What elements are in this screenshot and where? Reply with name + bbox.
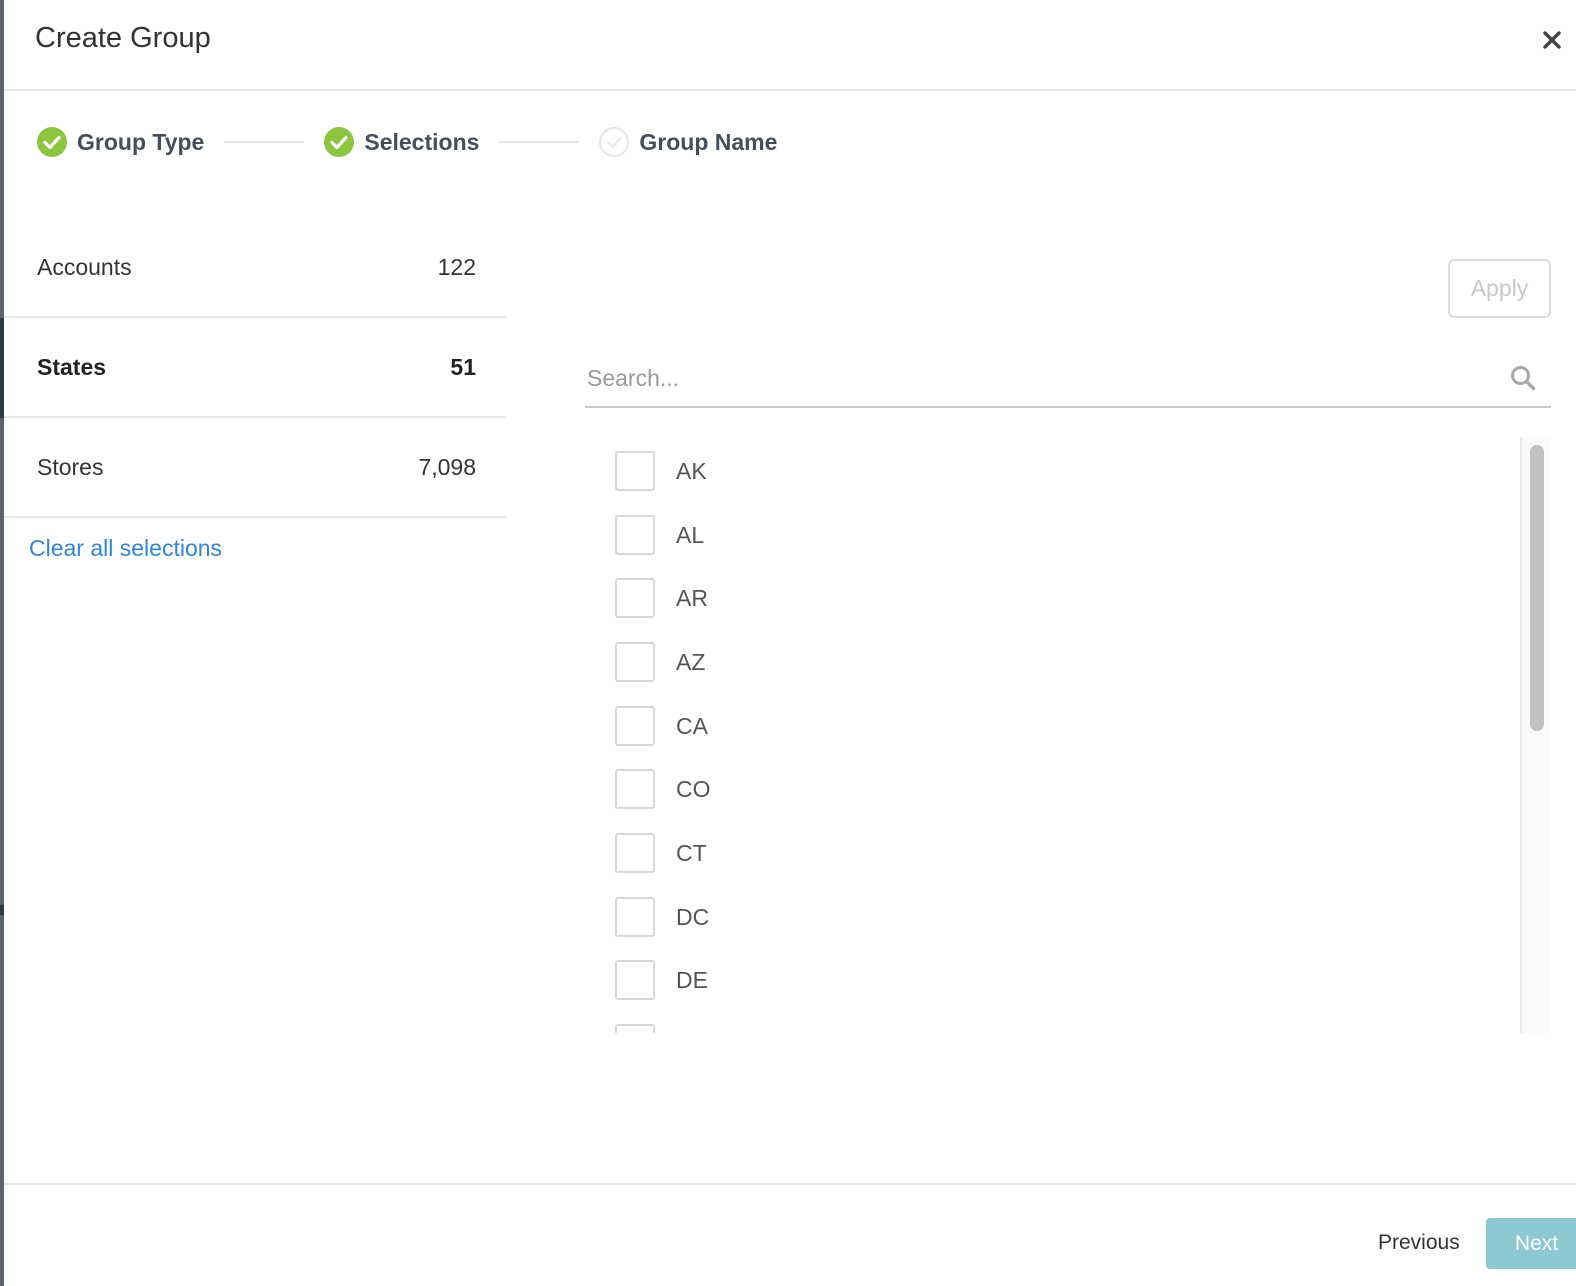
step-label: Group Type xyxy=(77,128,205,155)
clear-all-selections-link[interactable]: Clear all selections xyxy=(29,535,222,562)
option-label: AK xyxy=(676,457,707,484)
step-label: Group Name xyxy=(639,128,778,155)
search-input[interactable] xyxy=(585,358,1485,398)
option-ak[interactable]: AK xyxy=(615,450,707,492)
category-item-accounts[interactable]: Accounts 122 xyxy=(4,218,506,318)
checkbox[interactable] xyxy=(615,578,655,618)
next-button[interactable]: Next xyxy=(1486,1218,1576,1269)
step-connector xyxy=(224,141,305,143)
create-group-dialog: Create Group Group Type Selections Group… xyxy=(0,0,1576,1286)
wizard-stepper: Group Type Selections Group Name xyxy=(36,124,777,160)
search-field xyxy=(585,350,1551,408)
checkbox[interactable] xyxy=(615,706,655,746)
category-label: Stores xyxy=(37,453,104,480)
option-label: AZ xyxy=(676,648,706,675)
category-count: 122 xyxy=(437,253,476,280)
checkbox[interactable] xyxy=(615,897,655,937)
option-label: DC xyxy=(676,903,710,930)
category-label: Accounts xyxy=(37,253,132,280)
close-button[interactable] xyxy=(1538,26,1566,54)
option-az[interactable]: AZ xyxy=(615,641,705,683)
option-de[interactable]: DE xyxy=(615,959,708,1001)
category-label: States xyxy=(37,353,107,380)
checkbox[interactable] xyxy=(615,451,655,491)
close-icon xyxy=(1543,31,1561,49)
option-label: AL xyxy=(676,521,705,548)
previous-button[interactable]: Previous xyxy=(1360,1218,1478,1268)
checkbox[interactable] xyxy=(615,642,655,682)
checkbox[interactable] xyxy=(615,1024,655,1033)
check-circle-icon xyxy=(37,127,67,157)
option-label: CT xyxy=(676,839,707,866)
option-ct[interactable]: CT xyxy=(615,832,707,874)
option-ca[interactable]: CA xyxy=(615,705,708,747)
step-group-type[interactable]: Group Type xyxy=(36,126,204,158)
search-icon[interactable] xyxy=(1509,364,1537,392)
checkbox[interactable] xyxy=(615,833,655,873)
step-group-name[interactable]: Group Name xyxy=(598,126,777,158)
category-count: 51 xyxy=(450,353,476,380)
scrollbar-thumb[interactable] xyxy=(1530,445,1544,731)
option-ar[interactable]: AR xyxy=(615,577,708,619)
category-count: 7,098 xyxy=(418,453,476,480)
category-list: Accounts 122 States 51 Stores 7,098 xyxy=(0,218,506,518)
option-label: FL xyxy=(676,1031,703,1034)
option-al[interactable]: AL xyxy=(615,514,704,556)
checkbox[interactable] xyxy=(615,769,655,809)
state-options-list: AK AL AR AZ CA CO CT DC DE xyxy=(585,437,1545,1033)
dialog-title: Create Group xyxy=(35,22,211,54)
checkbox[interactable] xyxy=(615,515,655,555)
step-label: Selections xyxy=(364,128,480,155)
checkbox[interactable] xyxy=(615,960,655,1000)
option-co[interactable]: CO xyxy=(615,768,711,810)
category-item-states[interactable]: States 51 xyxy=(0,318,506,418)
step-selections[interactable]: Selections xyxy=(323,126,479,158)
options-scrollbar[interactable] xyxy=(1520,437,1550,1033)
option-label: CO xyxy=(676,775,711,802)
check-circle-icon xyxy=(324,127,355,157)
option-label: DE xyxy=(676,966,708,993)
step-connector xyxy=(499,141,580,143)
apply-button[interactable]: Apply xyxy=(1448,259,1551,318)
option-fl[interactable]: FL xyxy=(615,1023,703,1033)
category-item-stores[interactable]: Stores 7,098 xyxy=(4,418,506,518)
option-label: AR xyxy=(676,584,708,611)
dialog-header: Create Group xyxy=(4,0,1576,91)
check-circle-outline-icon xyxy=(599,127,630,157)
option-label: CA xyxy=(676,712,708,739)
option-dc[interactable]: DC xyxy=(615,896,709,938)
dialog-footer: Previous Next xyxy=(4,1183,1576,1286)
